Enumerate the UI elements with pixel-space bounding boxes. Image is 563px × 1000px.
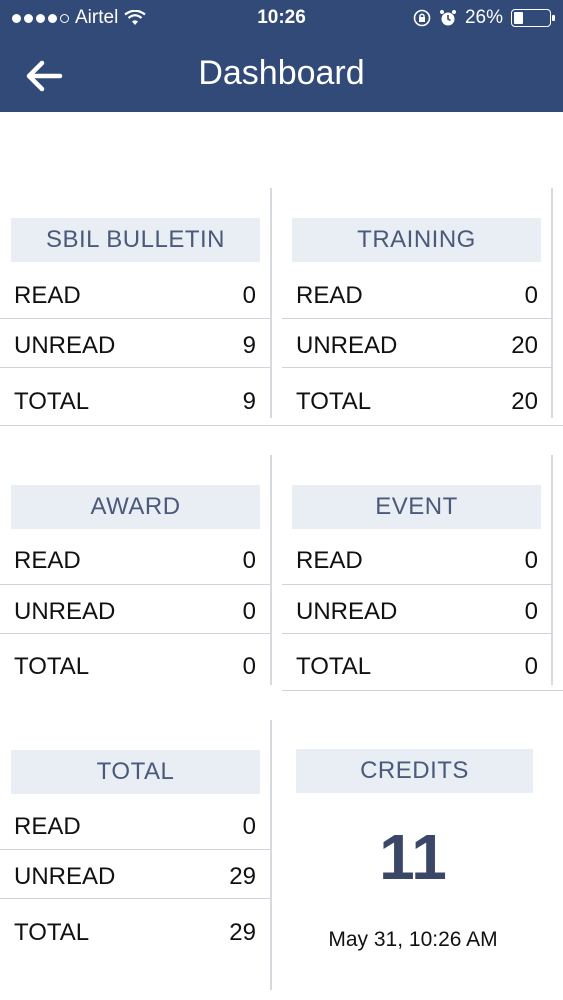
row-value: 0	[524, 598, 538, 625]
list-item: TOTAL 9	[0, 376, 270, 426]
row-label: TOTAL	[14, 653, 90, 680]
row-divider	[282, 633, 552, 634]
card-title: AWARD	[11, 485, 260, 529]
row-divider	[282, 584, 552, 585]
row-label: READ	[296, 547, 363, 574]
row-value: 9	[242, 388, 256, 415]
row-divider	[0, 367, 270, 368]
column-divider	[270, 188, 272, 418]
column-divider	[270, 455, 272, 685]
status-bar: Airtel 10:26 26%	[0, 0, 563, 36]
card-title: TRAINING	[292, 218, 541, 262]
battery-percent: 26%	[464, 7, 503, 28]
list-item: READ 0	[0, 270, 270, 320]
battery-icon	[511, 9, 555, 27]
row-label: UNREAD	[296, 332, 398, 359]
list-item: UNREAD 9	[0, 320, 270, 370]
list-item: READ 0	[0, 801, 270, 851]
row-label: UNREAD	[296, 598, 398, 625]
row-label: READ	[14, 547, 81, 574]
row-divider	[282, 367, 552, 368]
list-item: TOTAL 0	[282, 641, 552, 691]
row-value: 0	[242, 282, 256, 309]
row-value: 0	[524, 282, 538, 309]
row-value: 20	[511, 332, 538, 359]
row-divider	[0, 633, 270, 634]
row-label: UNREAD	[14, 598, 116, 625]
list-item: UNREAD 29	[0, 851, 270, 901]
row-label: TOTAL	[14, 919, 90, 946]
list-item: READ 0	[282, 535, 552, 585]
row-divider	[0, 898, 270, 899]
list-item: UNREAD 0	[282, 586, 552, 636]
row-divider	[0, 318, 270, 319]
row-label: TOTAL	[296, 653, 372, 680]
rotation-lock-icon	[413, 9, 431, 27]
column-divider	[270, 720, 272, 990]
navigation-bar: Dashboard	[0, 36, 563, 112]
row-value: 0	[242, 598, 256, 625]
row-divider	[0, 849, 270, 850]
card-title: SBIL BULLETIN	[11, 218, 260, 262]
list-item: TOTAL 0	[0, 641, 270, 691]
row-value: 0	[524, 547, 538, 574]
status-right: 26%	[413, 7, 555, 29]
list-item: UNREAD 0	[0, 586, 270, 636]
row-value: 0	[242, 547, 256, 574]
row-label: TOTAL	[14, 388, 90, 415]
card-title: TOTAL	[11, 750, 260, 794]
row-value: 9	[242, 332, 256, 359]
row-divider	[282, 318, 552, 319]
list-item: TOTAL 20	[282, 376, 552, 426]
list-item: UNREAD 20	[282, 320, 552, 370]
card-title: EVENT	[292, 485, 541, 529]
row-value: 0	[242, 813, 256, 840]
top-bar: Airtel 10:26 26% Dashboard	[0, 0, 563, 112]
row-label: READ	[296, 282, 363, 309]
row-label: TOTAL	[296, 388, 372, 415]
row-value: 20	[511, 388, 538, 415]
row-value: 0	[242, 653, 256, 680]
row-divider	[0, 584, 270, 585]
alarm-icon	[439, 10, 456, 26]
credits-date: May 31, 10:26 AM	[328, 928, 498, 951]
list-item: READ 0	[0, 535, 270, 585]
row-value: 29	[229, 863, 256, 890]
credits-value: 11	[379, 821, 447, 893]
page-title: Dashboard	[198, 54, 365, 92]
row-label: UNREAD	[14, 863, 116, 890]
list-item: TOTAL 29	[0, 907, 270, 957]
row-label: READ	[14, 282, 81, 309]
row-label: UNREAD	[14, 332, 116, 359]
row-value: 29	[229, 919, 256, 946]
list-item: READ 0	[282, 270, 552, 320]
row-label: READ	[14, 813, 81, 840]
card-title: CREDITS	[296, 749, 533, 793]
row-value: 0	[524, 653, 538, 680]
